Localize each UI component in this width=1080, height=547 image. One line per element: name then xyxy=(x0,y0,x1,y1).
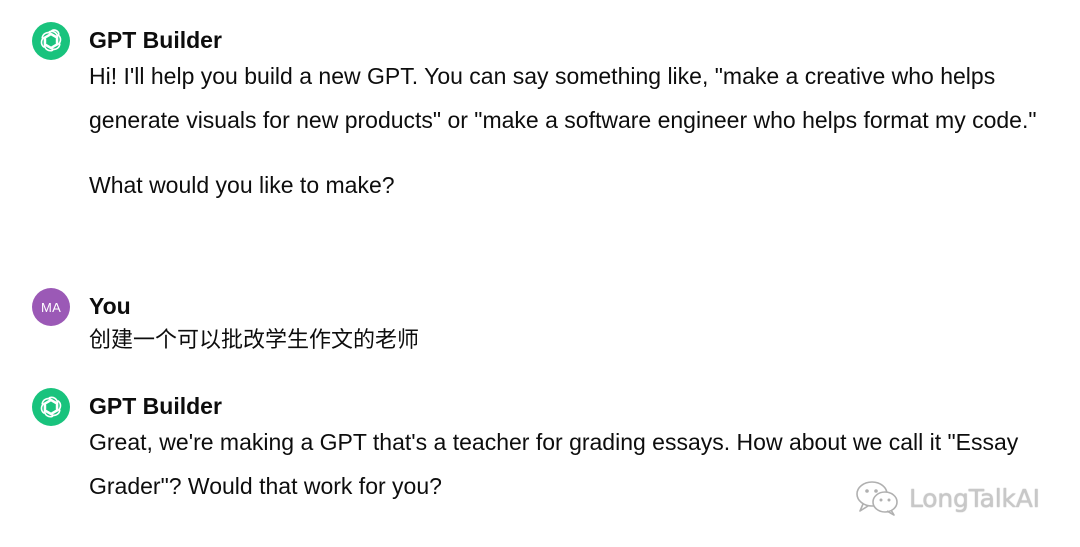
openai-logo-icon xyxy=(40,29,62,52)
openai-logo-icon xyxy=(40,396,62,418)
sender-name: GPT Builder xyxy=(89,393,222,419)
user-avatar: MA xyxy=(32,288,70,326)
wechat-icon xyxy=(856,481,898,516)
watermark-text: LongTalkAI xyxy=(909,483,1040,513)
message-paragraph: Hi! I'll help you build a new GPT. You c… xyxy=(89,63,1037,133)
gpt-builder-avatar xyxy=(32,22,70,60)
user-avatar-initials: MA xyxy=(40,299,62,315)
sender-name: GPT Builder xyxy=(89,27,222,53)
message-content: You 创建一个可以批改学生作文的老师 xyxy=(89,292,1060,358)
gpt-builder-avatar xyxy=(32,388,70,426)
sender-name: You xyxy=(89,293,131,319)
message-text: 创建一个可以批改学生作文的老师 xyxy=(89,328,420,353)
message-content: GPT Builder Hi! I'll help you build a ne… xyxy=(89,26,1060,199)
watermark: LongTalkAI xyxy=(853,478,1040,518)
message-paragraph: What would you like to make? xyxy=(89,172,395,198)
